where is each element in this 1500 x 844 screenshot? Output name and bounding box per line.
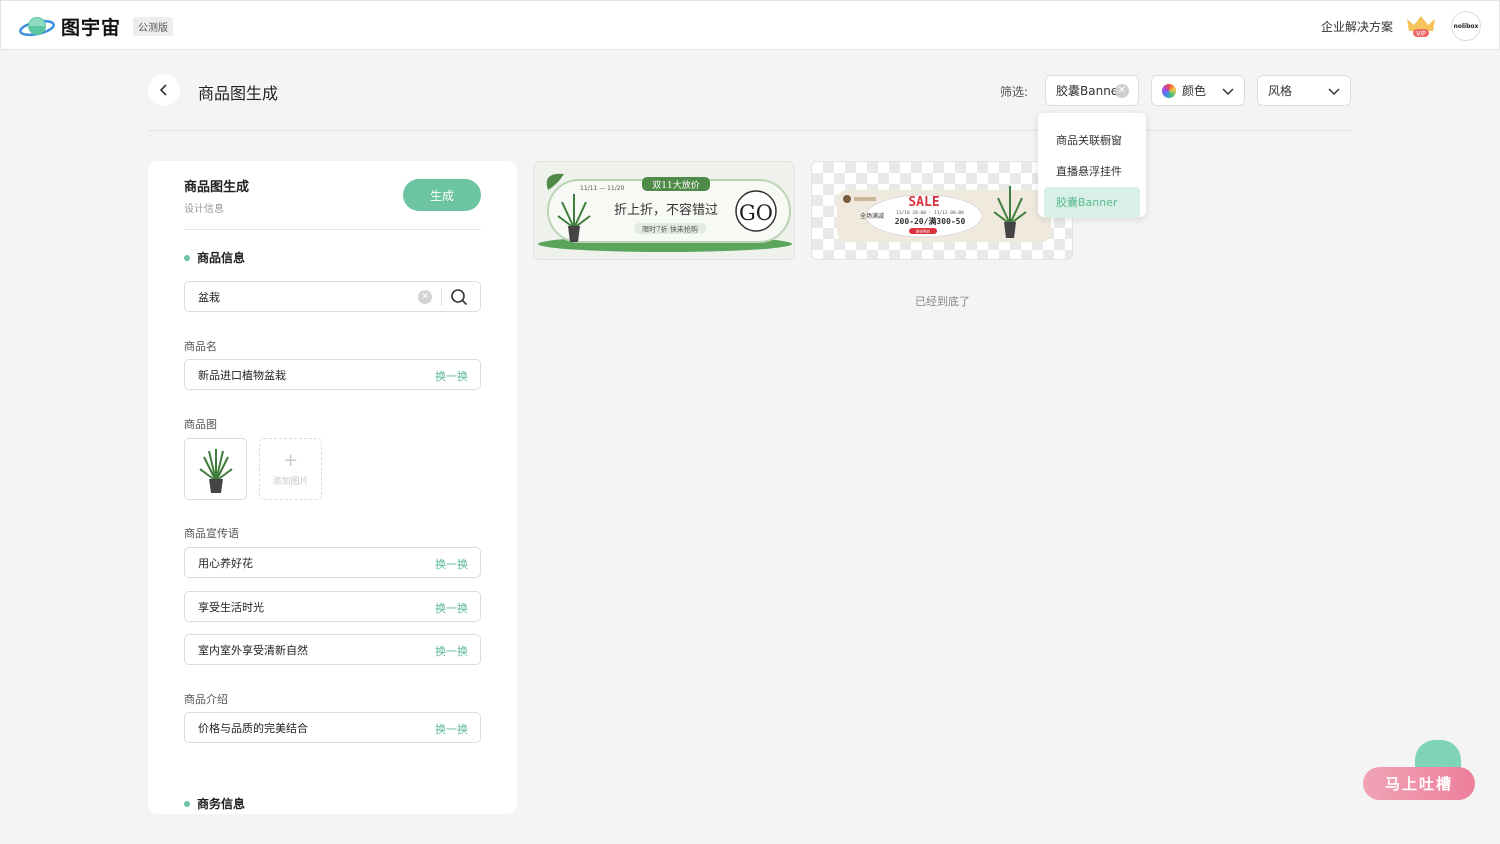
planet-logo-icon	[19, 16, 55, 36]
slogan-value: 室内室外享受清新自然	[198, 643, 308, 657]
clear-icon[interactable]: ✕	[418, 290, 432, 304]
color-wheel-icon	[1162, 83, 1176, 98]
vip-label: VIP	[1416, 31, 1426, 38]
banner-promo: 200-20/满300-50	[895, 216, 966, 226]
add-image-label: 添加图片	[272, 476, 309, 487]
filter-label: 筛选:	[1000, 85, 1029, 99]
banner-date: 11/11 — 11/20	[580, 185, 625, 192]
top-bar: 图宇宙 公测版 企业解决方案 VIP nolibox	[0, 0, 1500, 50]
intro-field[interactable]: 价格与品质的完美结合 换一换	[184, 712, 481, 743]
plus-icon: +	[282, 449, 299, 471]
chevron-down-icon	[1328, 88, 1340, 96]
product-name-value: 新品进口植物盆栽	[198, 368, 286, 382]
business-info-section-title: 商务信息	[184, 795, 245, 812]
banner-tag: 双11大放价	[652, 179, 699, 191]
product-info-section-title: 商品信息	[184, 249, 245, 266]
dropdown-item-showcase[interactable]: 商品关联橱窗	[1038, 125, 1146, 156]
page-title: 商品图生成	[198, 84, 279, 103]
generate-button[interactable]: 生成	[403, 179, 481, 211]
chevron-left-icon	[159, 84, 167, 96]
enterprise-solutions-link[interactable]: 企业解决方案	[1321, 18, 1393, 35]
banner-type-dropdown: 商品关联橱窗 直播悬浮挂件 胶囊Banner	[1038, 113, 1146, 218]
search-icon[interactable]	[450, 288, 468, 306]
filter-color-label: 颜色	[1182, 84, 1207, 98]
panel-subtitle: 设计信息	[184, 204, 224, 215]
add-image-button[interactable]: + 添加图片	[259, 438, 322, 500]
dropdown-item-capsule-banner[interactable]: 胶囊Banner	[1044, 187, 1140, 218]
logo[interactable]: 图宇宙 公测版	[19, 13, 174, 40]
swap-button[interactable]: 换一换	[435, 368, 468, 384]
app-name: 图宇宙	[61, 17, 122, 39]
slogan-field[interactable]: 用心养好花 换一换	[184, 547, 481, 578]
chevron-down-icon	[1222, 88, 1234, 96]
banner-sub: 限时7折 快来抢购	[642, 225, 698, 234]
product-image-label: 商品图	[184, 418, 217, 431]
product-name-label: 商品名	[184, 340, 217, 353]
beta-badge: 公测版	[133, 17, 174, 36]
filter-chip-banner[interactable]: 胶囊Banner ✕	[1045, 75, 1139, 106]
result-card[interactable]: 双11大放价 11/11 — 11/20 折上折，不容错过 限时7折 快来抢购 …	[533, 161, 795, 260]
intro-label: 商品介绍	[184, 693, 228, 706]
slogan-label: 商品宣传语	[184, 527, 239, 540]
header-divider	[148, 130, 1352, 131]
banner-sale: SALE	[908, 195, 939, 210]
panel-divider	[184, 229, 481, 230]
intro-value: 价格与品质的完美结合	[198, 721, 308, 735]
banner-cta: GO	[739, 201, 773, 225]
panel-title: 商品图生成	[184, 180, 250, 195]
search-separator	[441, 288, 442, 306]
product-image-thumbnail[interactable]	[184, 438, 247, 500]
slogan-value: 用心养好花	[198, 556, 253, 570]
filter-style-label: 风格	[1268, 84, 1293, 98]
slogan-value: 享受生活时光	[198, 600, 264, 614]
banner-btn: 前往购买	[916, 229, 930, 234]
banner-headline: 折上折，不容错过	[614, 202, 718, 218]
banner-preview-1: 双11大放价 11/11 — 11/20 折上折，不容错过 限时7折 快来抢购 …	[538, 173, 792, 252]
swap-button[interactable]: 换一换	[435, 721, 468, 737]
product-form-panel: 商品图生成 设计信息 生成 商品信息 盆栽 ✕ 商品名 新品进口植物盆栽 换一换…	[148, 161, 517, 814]
product-search-value: 盆栽	[198, 290, 220, 304]
banner-time: 11/10 20:00 - 11/13 00:00	[896, 210, 964, 216]
plant-icon	[198, 449, 233, 493]
avatar[interactable]: nolibox	[1451, 11, 1481, 41]
product-name-field[interactable]: 新品进口植物盆栽 换一换	[184, 359, 481, 390]
back-button[interactable]	[148, 74, 180, 106]
swap-button[interactable]: 换一换	[435, 643, 468, 659]
filter-style-select[interactable]: 风格	[1257, 75, 1351, 106]
close-icon[interactable]: ✕	[1115, 84, 1129, 98]
end-of-list-text: 已经到底了	[915, 295, 970, 308]
swap-button[interactable]: 换一换	[435, 600, 468, 616]
vip-crown-icon[interactable]: VIP	[1405, 13, 1437, 39]
slogan-field[interactable]: 享受生活时光 换一换	[184, 591, 481, 622]
feedback-button[interactable]: 马上吐槽	[1363, 767, 1475, 800]
banner-side: 全场满减	[860, 212, 884, 220]
banner-preview-2: SALE 11/10 20:00 - 11/13 00:00 200-20/满3…	[837, 186, 1051, 242]
swap-button[interactable]: 换一换	[435, 556, 468, 572]
result-card[interactable]: SALE 11/10 20:00 - 11/13 00:00 200-20/满3…	[811, 161, 1073, 260]
dropdown-item-live-widget[interactable]: 直播悬浮挂件	[1038, 156, 1146, 187]
filter-color-select[interactable]: 颜色	[1151, 75, 1245, 106]
product-search-input[interactable]: 盆栽 ✕	[184, 281, 481, 312]
filter-chip-banner-label: 胶囊Banner	[1056, 84, 1124, 98]
slogan-field[interactable]: 室内室外享受清新自然 换一换	[184, 634, 481, 665]
